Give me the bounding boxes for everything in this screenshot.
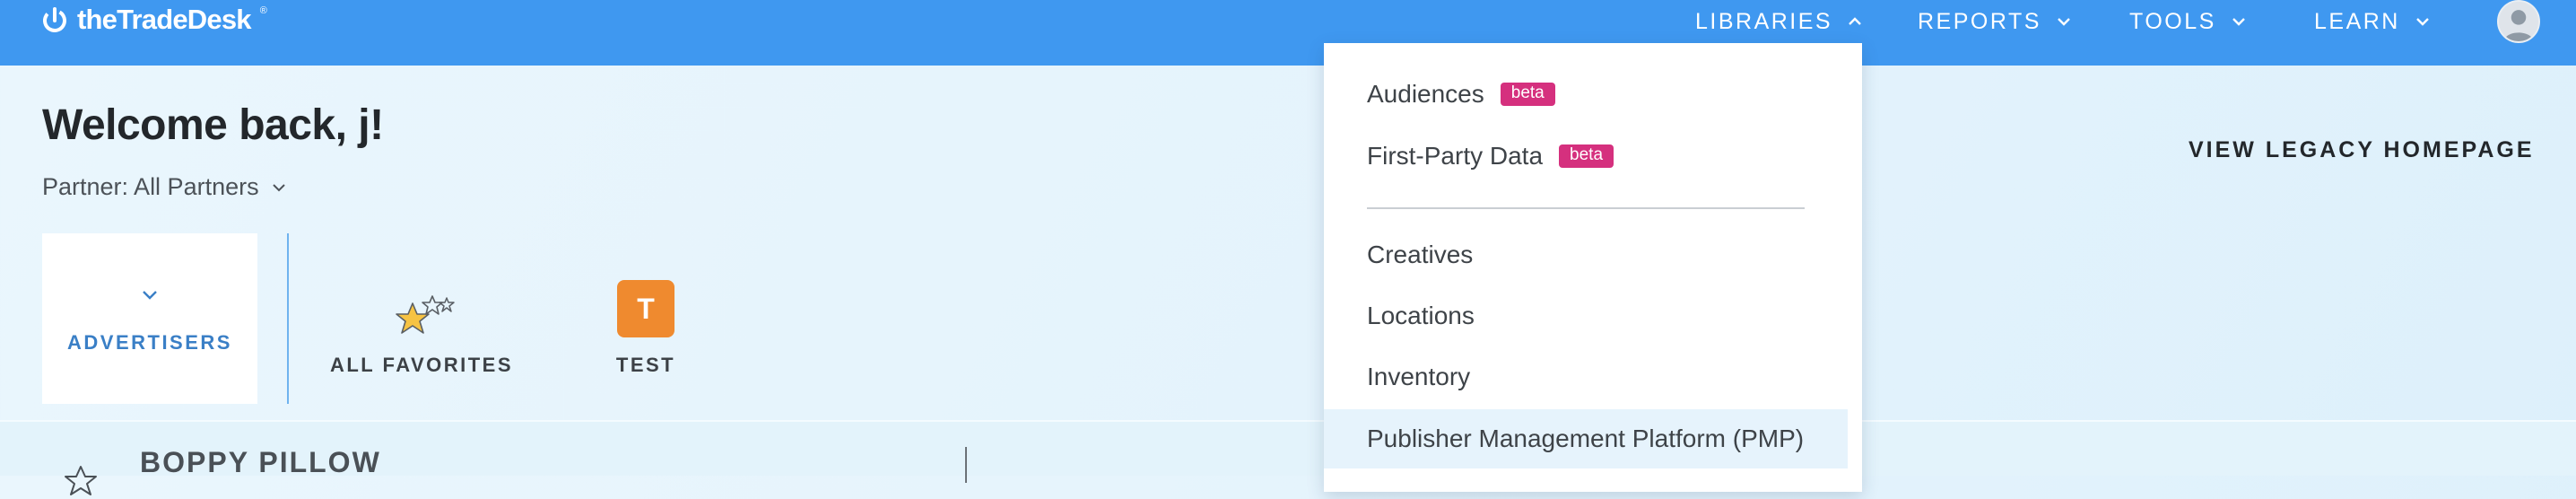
all-favorites-tile-label: ALL FAVORITES: [329, 354, 514, 376]
chevron-down-icon: [143, 291, 157, 300]
user-silhouette-icon: [2499, 2, 2538, 41]
menu-item-pmp[interactable]: Publisher Management Platform (PMP): [1324, 409, 1848, 468]
nav-tools[interactable]: TOOLS: [2129, 0, 2249, 43]
menu-item-label: First-Party Data: [1367, 142, 1544, 170]
logo-trademark: ®: [259, 5, 267, 16]
chevron-down-icon: [272, 183, 285, 191]
nav-learn[interactable]: LEARN: [2314, 0, 2432, 43]
advertisers-tile[interactable]: ADVERTISERS: [42, 233, 257, 404]
test-initial-badge: T: [617, 280, 674, 337]
menu-item-locations[interactable]: Locations: [1324, 286, 1848, 346]
nav-reports-label: REPORTS: [1918, 8, 2041, 34]
menu-item-first-party-data[interactable]: First-Party Data beta: [1324, 127, 1848, 186]
menu-item-creatives[interactable]: Creatives: [1324, 225, 1848, 285]
menu-item-audiences[interactable]: Audiences beta: [1324, 65, 1848, 124]
power-logo-icon: [43, 7, 66, 32]
beta-badge: beta: [1500, 83, 1555, 106]
beta-badge: beta: [1559, 144, 1614, 168]
chevron-down-icon: [2058, 18, 2070, 26]
user-avatar[interactable]: [2497, 0, 2540, 43]
partner-selector[interactable]: Partner: All Partners: [42, 173, 288, 201]
logo-text: theTradeDesk: [77, 4, 252, 35]
chevron-down-icon: [2232, 18, 2245, 26]
menu-item-inventory[interactable]: Inventory: [1324, 347, 1848, 407]
nav-reports[interactable]: REPORTS: [1918, 0, 2074, 43]
nav-learn-label: LEARN: [2314, 8, 2400, 34]
menu-divider: [1367, 207, 1805, 209]
menu-item-label: Creatives: [1367, 241, 1474, 268]
trade-desk-logo[interactable]: theTradeDesk ®: [41, 2, 267, 38]
advertiser-list: [0, 422, 2576, 476]
chevron-up-icon: [1849, 17, 1861, 25]
libraries-dropdown-menu: Audiences beta First-Party Data beta Cre…: [1324, 43, 1862, 492]
test-tile[interactable]: T TEST: [592, 251, 700, 377]
top-nav-bar: theTradeDesk ® LIBRARIES REPORTS TOOLS LE…: [0, 0, 2576, 66]
all-favorites-tile[interactable]: ALL FAVORITES: [323, 251, 520, 377]
nav-libraries[interactable]: LIBRARIES: [1695, 0, 1865, 43]
menu-item-label: Inventory: [1367, 363, 1471, 390]
menu-item-label: Publisher Management Platform (PMP): [1367, 425, 1805, 452]
partner-selector-label: Partner: All Partners: [42, 173, 259, 200]
view-legacy-homepage-link[interactable]: VIEW LEGACY HOMEPAGE: [2189, 137, 2535, 163]
nav-libraries-label: LIBRARIES: [1695, 8, 1833, 34]
menu-item-label: Locations: [1367, 302, 1475, 329]
favorite-star-icon[interactable]: [63, 463, 99, 499]
menu-item-label: Audiences: [1367, 80, 1484, 108]
stars-icon: [396, 295, 455, 334]
nav-tools-label: TOOLS: [2129, 8, 2216, 34]
advertisers-tile-label: ADVERTISERS: [67, 331, 232, 354]
tile-divider: [287, 233, 289, 404]
chevron-down-icon: [2416, 18, 2429, 26]
row-column-divider: [965, 447, 967, 483]
page-title: Welcome back, j!: [42, 101, 384, 149]
advertiser-row-title[interactable]: BOPPY PILLOW: [140, 446, 381, 479]
test-tile-label: TEST: [615, 354, 676, 376]
